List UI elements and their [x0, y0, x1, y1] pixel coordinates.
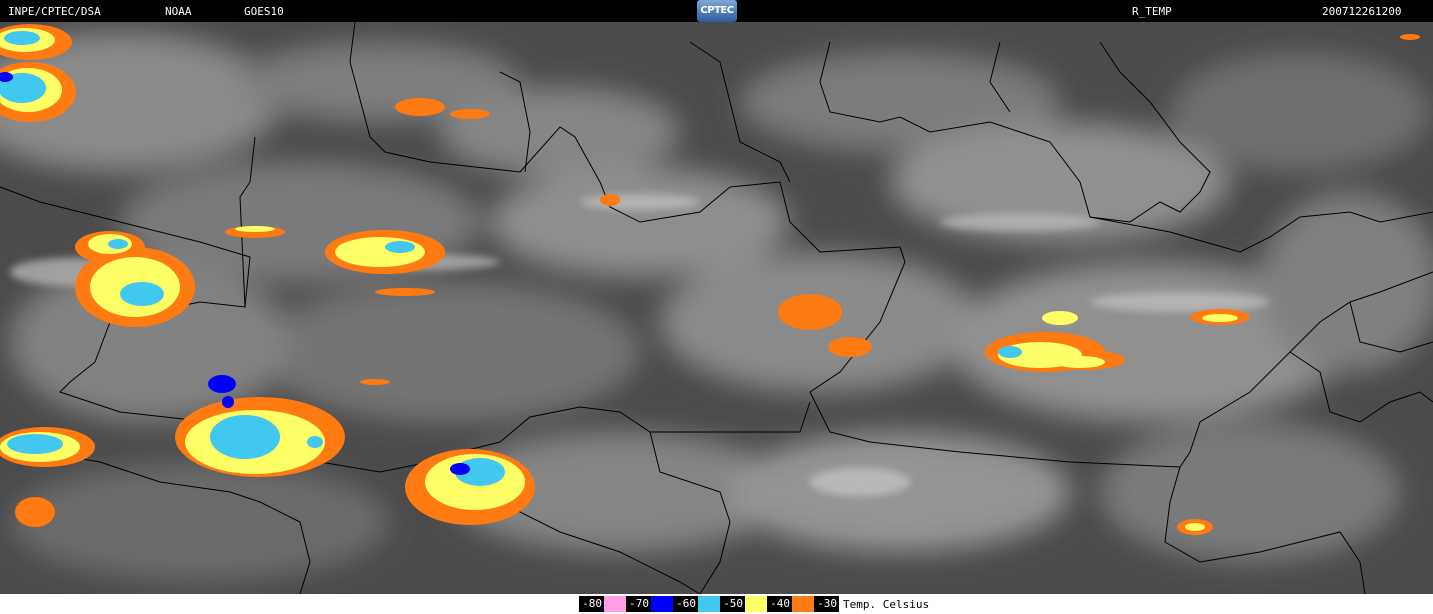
satellite-image — [0, 22, 1433, 594]
legend-unit-label: Temp. Celsius — [843, 597, 930, 611]
legend-row: -80 -70 -60 -50 -40 -30 Temp. Celsius — [579, 596, 929, 612]
cptec-logo: CPTEC — [697, 0, 737, 22]
legend-label: -50 — [720, 596, 745, 612]
header-bar: INPE/CPTEC/DSA NOAA GOES10 CPTEC R_TEMP … — [0, 0, 1433, 22]
product-label: R_TEMP — [1132, 5, 1172, 18]
legend-swatch — [604, 596, 626, 612]
legend-item-minus-30: -30 — [814, 596, 839, 612]
legend-item-minus-80: -80 — [579, 596, 626, 612]
legend-label: -60 — [673, 596, 698, 612]
legend-item-minus-40: -40 — [767, 596, 814, 612]
legend-label: -40 — [767, 596, 792, 612]
legend-item-minus-70: -70 — [626, 596, 673, 612]
legend-item-minus-60: -60 — [673, 596, 720, 612]
legend-label: -30 — [814, 596, 839, 612]
legend-label: -70 — [626, 596, 651, 612]
logo-text: CPTEC — [700, 5, 734, 16]
timestamp-label: 200712261200 — [1322, 5, 1402, 18]
legend-label: -80 — [579, 596, 604, 612]
temperature-legend: -80 -70 -60 -50 -40 -30 Temp. Celsius — [0, 594, 1433, 614]
legend-swatch — [698, 596, 720, 612]
satellite-label: GOES10 — [244, 5, 284, 18]
legend-swatch — [792, 596, 814, 612]
agency-label: NOAA — [165, 5, 192, 18]
satellite-map — [0, 22, 1433, 594]
legend-swatch — [651, 596, 673, 612]
legend-swatch — [745, 596, 767, 612]
institution-label: INPE/CPTEC/DSA — [8, 5, 101, 18]
legend-item-minus-50: -50 — [720, 596, 767, 612]
